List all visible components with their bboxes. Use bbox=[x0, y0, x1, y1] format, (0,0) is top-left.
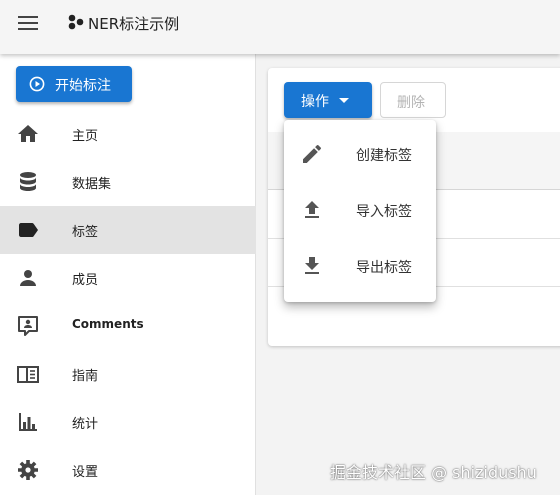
sidebar-item-label: 成员 bbox=[72, 273, 99, 288]
database-icon bbox=[20, 172, 36, 191]
sidebar-item-label: 数据集 bbox=[72, 177, 112, 192]
sidebar-item-label: 统计 bbox=[72, 417, 99, 432]
actions-button-label: 操作 bbox=[301, 94, 329, 110]
delete-button-label: 删除 bbox=[397, 95, 425, 111]
sidebar-item-label: 标签 bbox=[72, 225, 99, 240]
gear-icon bbox=[18, 460, 38, 480]
sidebar-item-dataset[interactable]: 数据集 bbox=[0, 158, 256, 206]
sidebar-item-label: 设置 bbox=[72, 465, 99, 480]
sidebar-item-members[interactable]: 成员 bbox=[0, 254, 256, 302]
sidebar-item-comments[interactable]: Comments bbox=[0, 302, 256, 350]
app-logo-icon bbox=[68, 14, 84, 30]
delete-button[interactable]: 删除 bbox=[380, 82, 446, 118]
book-open-icon bbox=[17, 366, 39, 383]
sidebar-item-statistics[interactable]: 统计 bbox=[0, 398, 256, 446]
actions-button[interactable]: 操作 bbox=[284, 82, 372, 118]
comment-account-icon bbox=[18, 316, 38, 336]
app-bar: NER标注示例 bbox=[0, 0, 560, 54]
menu-item-label: 创建标签 bbox=[356, 148, 412, 164]
caret-down-icon bbox=[339, 98, 349, 103]
person-icon bbox=[20, 270, 36, 286]
menu-item-import-labels[interactable]: 导入标签 bbox=[284, 182, 436, 238]
home-icon bbox=[18, 125, 38, 142]
sidebar-item-settings[interactable]: 设置 bbox=[0, 446, 256, 494]
menu-item-export-labels[interactable]: 导出标签 bbox=[284, 238, 436, 294]
menu-item-create-label[interactable]: 创建标签 bbox=[284, 126, 436, 182]
start-annotation-label: 开始标注 bbox=[55, 78, 111, 94]
download-icon bbox=[305, 257, 319, 274]
watermark: 掘金技术社区 @ shizidushu bbox=[330, 463, 537, 482]
label-icon bbox=[19, 223, 38, 237]
menu-item-label: 导入标签 bbox=[356, 204, 412, 220]
sidebar-item-home[interactable]: 主页 bbox=[0, 110, 256, 158]
menu-icon[interactable] bbox=[18, 15, 38, 31]
sidebar-item-label: 主页 bbox=[72, 129, 99, 144]
pencil-icon bbox=[303, 144, 321, 163]
play-circle-icon bbox=[29, 76, 45, 92]
chart-bar-icon bbox=[19, 413, 37, 431]
sidebar: 开始标注 主页 数据集 标签 成员 Comments 指南 统计 设置 bbox=[0, 54, 256, 495]
start-annotation-button[interactable]: 开始标注 bbox=[16, 66, 132, 102]
upload-icon bbox=[305, 201, 319, 218]
sidebar-item-guideline[interactable]: 指南 bbox=[0, 350, 256, 398]
sidebar-item-labels[interactable]: 标签 bbox=[0, 206, 256, 254]
menu-item-label: 导出标签 bbox=[356, 260, 412, 276]
app-title: NER标注示例 bbox=[88, 15, 180, 33]
actions-menu: 创建标签 导入标签 导出标签 bbox=[284, 120, 436, 302]
sidebar-item-label: 指南 bbox=[72, 369, 99, 384]
sidebar-item-label: Comments bbox=[72, 317, 144, 331]
